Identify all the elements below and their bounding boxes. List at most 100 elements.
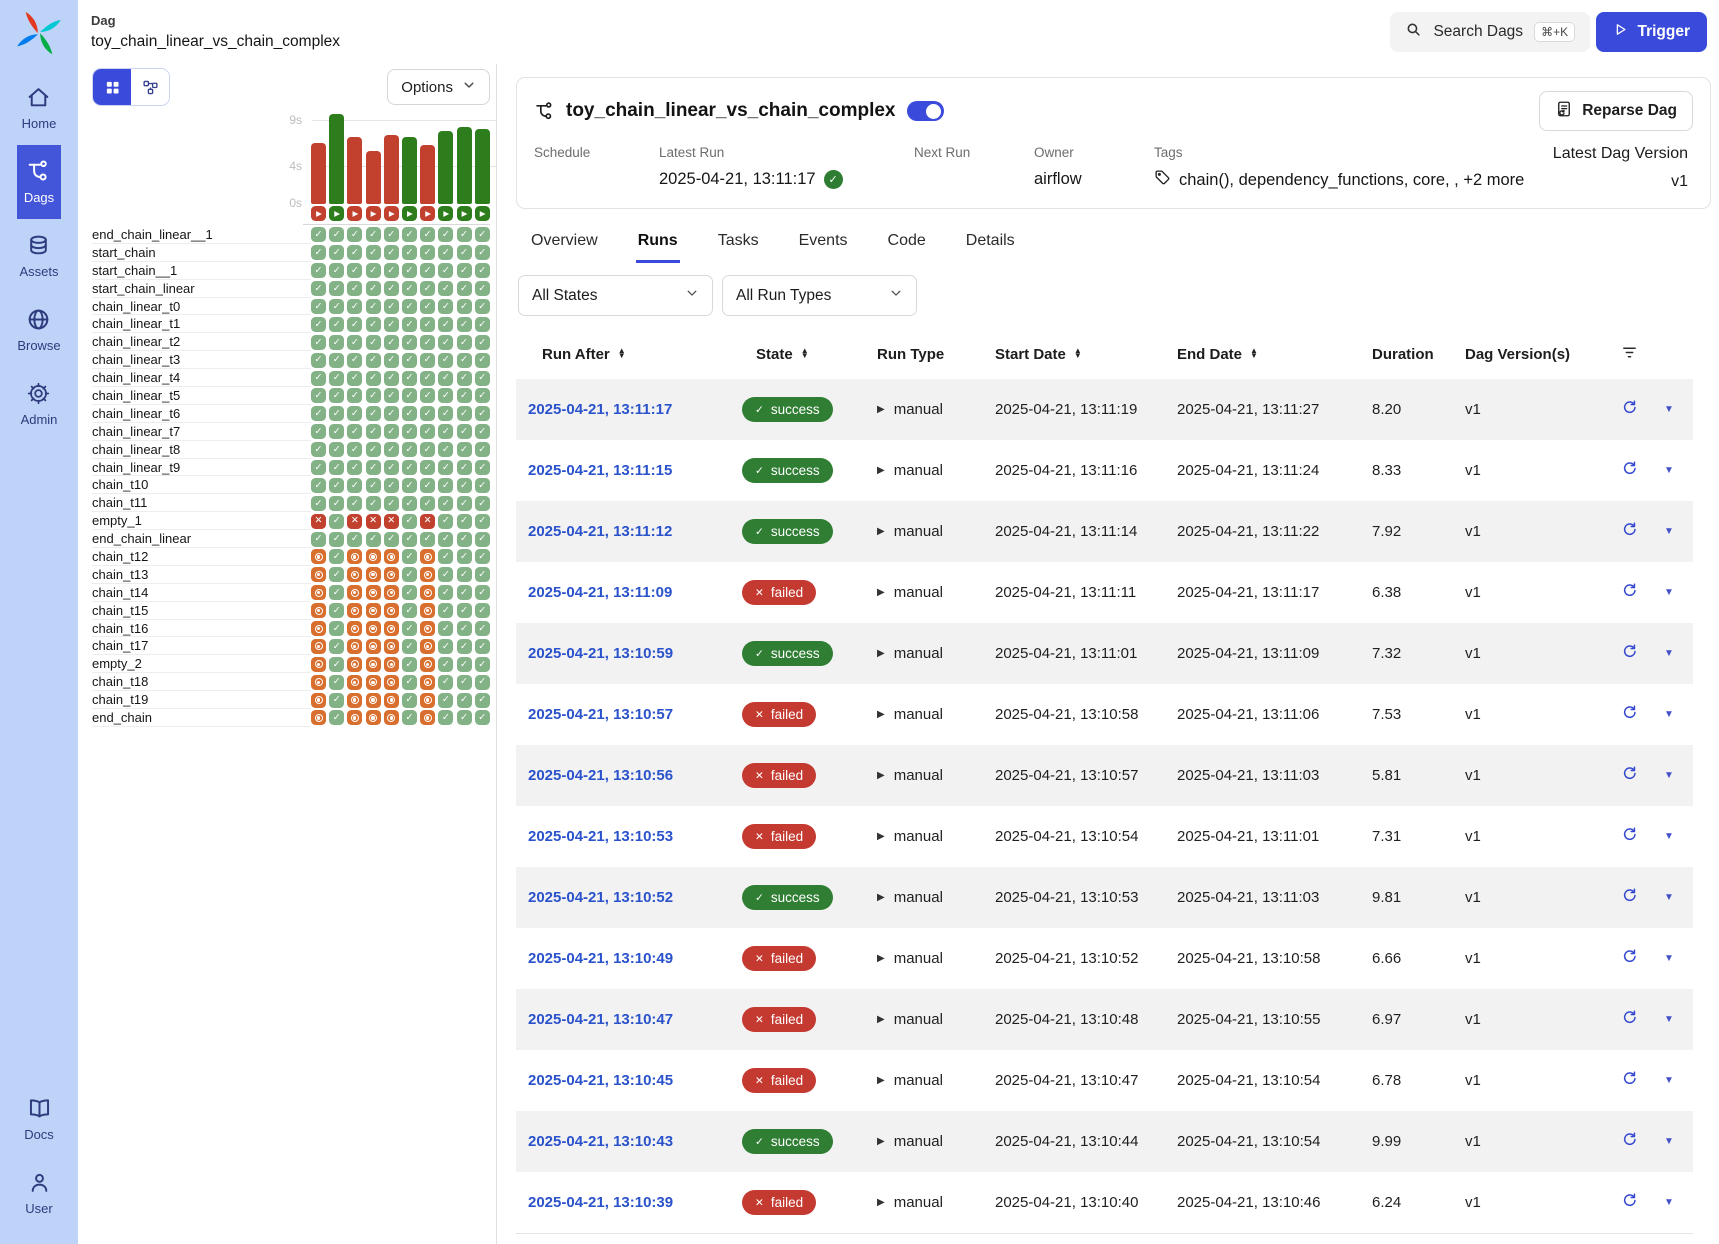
task-instance-cell[interactable]: ✓	[420, 442, 435, 457]
run-duration-bar[interactable]	[366, 151, 381, 204]
run-after-link[interactable]: 2025-04-21, 13:10:43	[528, 1133, 673, 1150]
task-instance-cell[interactable]: ✓	[347, 532, 362, 547]
task-instance-cell[interactable]: ✓	[311, 353, 326, 368]
task-instance-cell[interactable]: ✓	[329, 335, 344, 350]
clear-run-icon[interactable]	[1621, 399, 1638, 420]
task-label[interactable]: chain_t12	[92, 548, 311, 566]
task-instance-cell[interactable]: ✓	[402, 532, 417, 547]
task-instance-cell[interactable]: ✓	[438, 675, 453, 690]
task-instance-cell[interactable]: ✓	[366, 388, 381, 403]
task-instance-cell[interactable]: ✓	[457, 281, 472, 296]
task-instance-cell[interactable]: ✓	[438, 478, 453, 493]
task-label[interactable]: chain_linear_t2	[92, 333, 311, 351]
task-label[interactable]: chain_linear_t9	[92, 459, 311, 477]
clear-run-icon[interactable]	[1621, 1009, 1638, 1030]
task-instance-cell[interactable]: ✓	[475, 549, 490, 564]
task-instance-cell[interactable]: ✓	[438, 335, 453, 350]
task-instance-cell[interactable]: ✓	[420, 281, 435, 296]
task-instance-cell[interactable]	[366, 621, 381, 636]
dag-run-cell[interactable]: ▶	[329, 206, 344, 221]
task-instance-cell[interactable]: ✓	[384, 263, 399, 278]
clear-run-icon[interactable]	[1621, 643, 1638, 664]
task-instance-cell[interactable]: ✓	[475, 657, 490, 672]
task-instance-cell[interactable]: ✓	[329, 388, 344, 403]
task-label[interactable]: empty_2	[92, 655, 311, 673]
dag-run-cell[interactable]: ▶	[438, 206, 453, 221]
task-label[interactable]: chain_t13	[92, 566, 311, 584]
run-after-link[interactable]: 2025-04-21, 13:11:17	[528, 401, 672, 418]
task-instance-cell[interactable]: ✓	[475, 388, 490, 403]
run-duration-bar[interactable]	[347, 137, 362, 204]
task-instance-cell[interactable]	[384, 585, 399, 600]
row-menu-caret[interactable]: ▼	[1664, 1075, 1674, 1086]
task-instance-cell[interactable]	[347, 567, 362, 582]
run-after-link[interactable]: 2025-04-21, 13:10:59	[528, 645, 673, 662]
task-instance-cell[interactable]: ✓	[420, 496, 435, 511]
task-instance-cell[interactable]: ✓	[420, 299, 435, 314]
clear-run-icon[interactable]	[1621, 1192, 1638, 1213]
task-instance-cell[interactable]: ✓	[475, 514, 490, 529]
task-instance-cell[interactable]: ✓	[457, 567, 472, 582]
task-instance-cell[interactable]: ✓	[457, 710, 472, 725]
dag-run-cell[interactable]: ▶	[384, 206, 399, 221]
task-instance-cell[interactable]: ✓	[311, 227, 326, 242]
task-instance-cell[interactable]: ✓	[366, 353, 381, 368]
task-instance-cell[interactable]: ✓	[438, 567, 453, 582]
task-instance-cell[interactable]: ✓	[420, 424, 435, 439]
task-instance-cell[interactable]: ✓	[457, 603, 472, 618]
task-instance-cell[interactable]: ✓	[347, 371, 362, 386]
task-instance-cell[interactable]: ✓	[402, 549, 417, 564]
task-instance-cell[interactable]: ✕	[311, 514, 326, 529]
task-instance-cell[interactable]: ✓	[420, 317, 435, 332]
task-instance-cell[interactable]: ✓	[457, 442, 472, 457]
task-instance-cell[interactable]	[384, 549, 399, 564]
task-instance-cell[interactable]: ✓	[329, 460, 344, 475]
task-instance-cell[interactable]: ✓	[329, 514, 344, 529]
task-instance-cell[interactable]: ✓	[402, 442, 417, 457]
task-instance-cell[interactable]: ✓	[366, 424, 381, 439]
row-menu-caret[interactable]: ▼	[1664, 404, 1674, 415]
task-label[interactable]: chain_linear_t4	[92, 369, 311, 387]
task-instance-cell[interactable]: ✓	[475, 353, 490, 368]
dag-run-cell[interactable]: ▶	[402, 206, 417, 221]
task-instance-cell[interactable]: ✓	[438, 406, 453, 421]
task-instance-cell[interactable]: ✓	[329, 442, 344, 457]
sidebar-item-assets[interactable]: Assets	[17, 219, 60, 293]
task-instance-cell[interactable]	[347, 710, 362, 725]
task-instance-cell[interactable]	[366, 549, 381, 564]
task-instance-cell[interactable]: ✓	[438, 657, 453, 672]
task-instance-cell[interactable]: ✓	[366, 442, 381, 457]
task-instance-cell[interactable]	[420, 549, 435, 564]
task-instance-cell[interactable]: ✓	[438, 639, 453, 654]
task-instance-cell[interactable]: ✓	[347, 317, 362, 332]
task-instance-cell[interactable]: ✓	[457, 675, 472, 690]
grid-view-button[interactable]	[93, 69, 131, 105]
task-instance-cell[interactable]: ✓	[366, 281, 381, 296]
task-instance-cell[interactable]: ✓	[329, 585, 344, 600]
task-instance-cell[interactable]: ✓	[402, 227, 417, 242]
column-header-start-date[interactable]: Start Date▲▼	[969, 346, 1151, 363]
task-instance-cell[interactable]: ✓	[329, 263, 344, 278]
task-instance-cell[interactable]: ✓	[329, 245, 344, 260]
clear-run-icon[interactable]	[1621, 1131, 1638, 1152]
task-instance-cell[interactable]: ✓	[438, 317, 453, 332]
graph-view-button[interactable]	[131, 69, 169, 105]
options-button[interactable]: Options	[387, 69, 490, 105]
row-menu-caret[interactable]: ▼	[1664, 1014, 1674, 1025]
task-instance-cell[interactable]: ✓	[384, 532, 399, 547]
task-instance-cell[interactable]	[347, 621, 362, 636]
task-instance-cell[interactable]: ✓	[329, 371, 344, 386]
task-instance-cell[interactable]	[347, 549, 362, 564]
task-instance-cell[interactable]: ✓	[366, 371, 381, 386]
dag-run-cell[interactable]: ▶	[420, 206, 435, 221]
task-instance-cell[interactable]: ✓	[438, 281, 453, 296]
task-instance-cell[interactable]: ✓	[438, 442, 453, 457]
task-instance-cell[interactable]	[366, 657, 381, 672]
row-menu-caret[interactable]: ▼	[1664, 1197, 1674, 1208]
task-instance-cell[interactable]: ✓	[402, 335, 417, 350]
task-instance-cell[interactable]: ✓	[438, 693, 453, 708]
run-after-link[interactable]: 2025-04-21, 13:10:45	[528, 1072, 673, 1089]
task-instance-cell[interactable]: ✓	[420, 478, 435, 493]
task-instance-cell[interactable]: ✓	[457, 371, 472, 386]
task-instance-cell[interactable]: ✓	[402, 478, 417, 493]
